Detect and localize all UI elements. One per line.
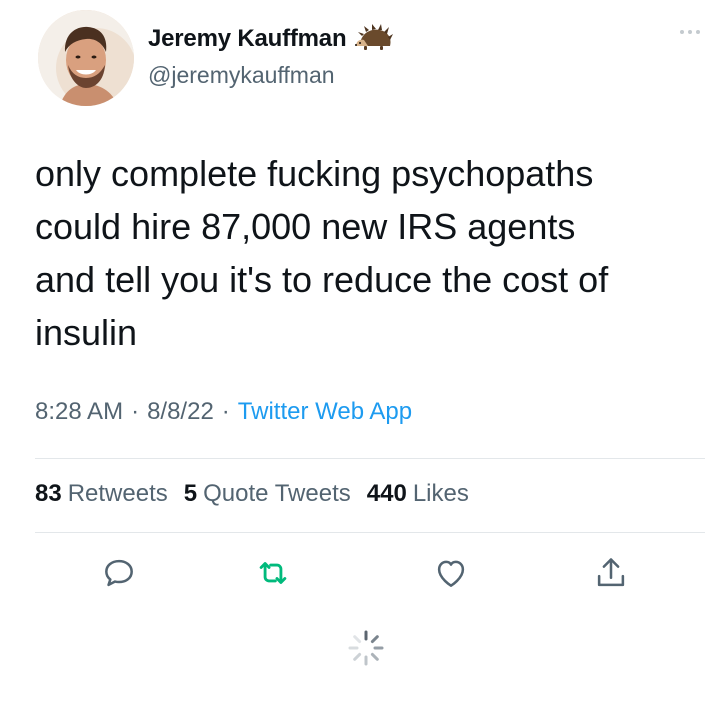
reply-icon	[105, 559, 133, 587]
author-display-name[interactable]: Jeremy Kauffman	[148, 25, 347, 53]
tweet-time[interactable]: 8:28 AM	[35, 398, 123, 426]
reply-button[interactable]	[100, 554, 138, 592]
likes-count: 440	[366, 480, 407, 507]
tweet-text: only complete fucking psychopaths could …	[35, 153, 609, 353]
retweets-stat[interactable]: 83 Retweets	[35, 480, 168, 508]
avatar[interactable]	[38, 10, 134, 106]
loading-spinner-graphic	[348, 630, 384, 666]
quote-tweets-count: 5	[183, 480, 198, 507]
tweet-source-app[interactable]: Twitter Web App	[238, 398, 412, 426]
likes-stat[interactable]: 440 Likes	[367, 480, 469, 508]
hedgehog-icon	[355, 24, 394, 50]
more-options-icon[interactable]	[678, 28, 702, 36]
divider	[35, 532, 705, 533]
separator-dot: ·	[221, 398, 230, 425]
like-button[interactable]	[432, 554, 470, 592]
engagement-stats: 83 Retweets 5 Quote Tweets 440 Likes	[35, 480, 485, 508]
tweet-metadata: 8:28 AM · 8/8/22 · Twitter Web App	[35, 398, 412, 426]
tweet-date[interactable]: 8/8/22	[147, 398, 214, 426]
separator-dot: ·	[131, 398, 140, 425]
avatar-photo	[38, 10, 134, 106]
loading-spinner-icon	[346, 628, 386, 668]
heart-icon	[437, 560, 465, 587]
divider	[35, 458, 705, 459]
retweets-count: 83	[35, 480, 62, 507]
retweet-button[interactable]	[254, 554, 292, 592]
author-name-row: Jeremy Kauffman	[148, 24, 394, 54]
likes-label: Likes	[412, 480, 469, 507]
quote-tweets-stat[interactable]: 5 Quote Tweets	[184, 480, 351, 508]
share-button[interactable]	[592, 554, 630, 592]
tweet-detail: Jeremy Kauffman @jeremykauffman only com…	[0, 0, 720, 720]
quote-tweets-label: Quote Tweets	[203, 480, 351, 507]
retweet-icon	[259, 562, 287, 584]
retweets-label: Retweets	[67, 480, 168, 507]
author-handle[interactable]: @jeremykauffman	[148, 62, 335, 89]
share-icon	[597, 558, 625, 587]
